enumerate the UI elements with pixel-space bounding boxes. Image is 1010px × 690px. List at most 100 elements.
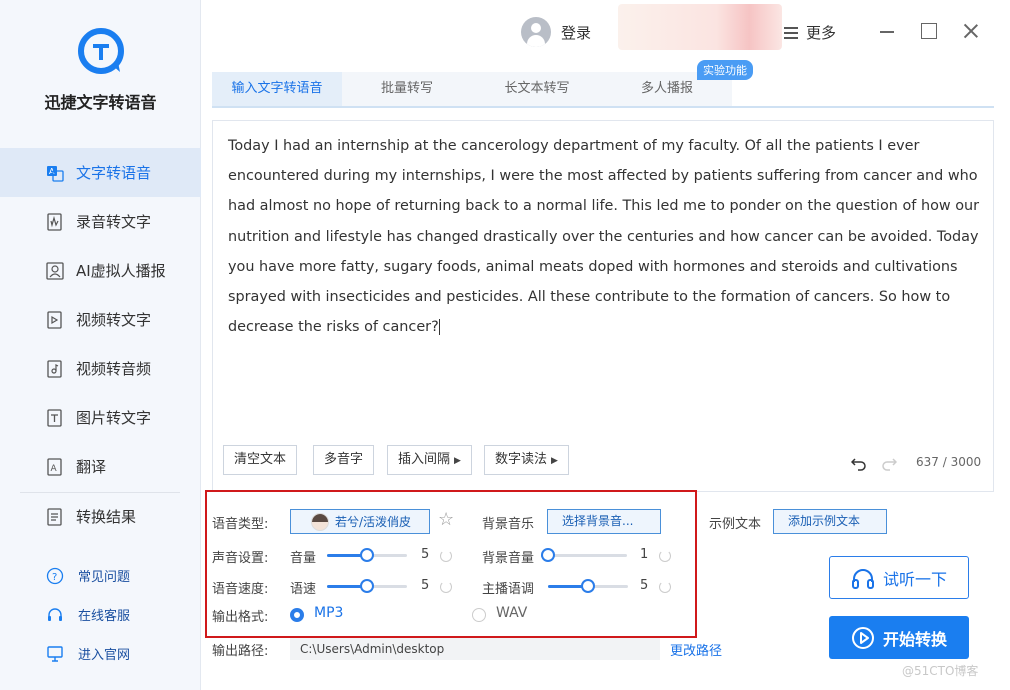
translate-icon: A (46, 164, 64, 182)
app-name: 迅捷文字转语音 (44, 93, 157, 112)
promo-banner[interactable] (618, 4, 782, 50)
bg-music-label: 背景音乐 (482, 517, 535, 532)
sidebar-links: ? 常见问题 在线客服 进入官网 (0, 556, 201, 673)
clear-text-label: 清空文本 (234, 452, 287, 467)
voice-type-label: 语音类型: (212, 517, 269, 532)
headphones-icon (851, 567, 875, 589)
output-path-field: C:\Users\Admin\desktop (290, 638, 660, 660)
tab-text-to-speech[interactable]: 输入文字转语音 (212, 72, 342, 106)
bg-volume-label: 背景音量 (482, 551, 535, 566)
change-path-link[interactable]: 更改路径 (670, 640, 722, 659)
tab-long-text[interactable]: 长文本转写 (472, 72, 602, 106)
slider-thumb[interactable] (360, 579, 374, 593)
speed-slider[interactable] (327, 579, 407, 593)
volume-slider[interactable] (327, 548, 407, 562)
star-icon[interactable]: ☆ (438, 510, 458, 530)
sound-settings-label: 声音设置: (212, 551, 269, 566)
caret-right-icon: ▶ (454, 456, 461, 466)
official-site-link[interactable]: 进入官网 (0, 634, 201, 673)
close-icon[interactable] (962, 22, 980, 40)
mode-tabs: 输入文字转语音 批量转写 长文本转写 多人播报 (212, 72, 994, 108)
official-site-label: 进入官网 (78, 648, 131, 663)
output-path-label: 输出路径: (212, 644, 269, 659)
polyphone-button[interactable]: 多音字 (313, 445, 375, 475)
format-wav-label[interactable]: WAV (496, 605, 527, 621)
polyphone-label: 多音字 (324, 452, 364, 467)
sidebar-item-translate[interactable]: A 翻译 (0, 442, 201, 491)
add-sample-text-button[interactable]: 添加示例文本 (773, 509, 887, 534)
bg-volume-slider[interactable] (541, 548, 627, 562)
undo-icon[interactable] (850, 455, 867, 471)
app-logo-icon (78, 28, 124, 74)
sidebar-item-image-to-text[interactable]: 图片转文字 (0, 393, 201, 442)
preview-button[interactable]: 试听一下 (829, 556, 969, 599)
start-convert-label: 开始转换 (882, 629, 947, 649)
reset-icon[interactable] (440, 581, 452, 593)
watermark: @51CTO博客 (902, 664, 979, 678)
number-reading-button[interactable]: 数字读法 ▶ (484, 445, 569, 475)
insert-pause-button[interactable]: 插入间隔 ▶ (387, 445, 472, 475)
online-support-link[interactable]: 在线客服 (0, 595, 201, 634)
output-format-label: 输出格式: (212, 610, 269, 625)
sidebar-item-label: 转换结果 (76, 508, 137, 526)
clear-text-button[interactable]: 清空文本 (223, 445, 298, 475)
video-text-icon (46, 310, 64, 329)
sidebar-item-label: 录音转文字 (76, 213, 152, 231)
redo-icon[interactable] (881, 455, 898, 471)
login-label: 登录 (561, 23, 592, 42)
faq-link-label: 常见问题 (78, 570, 131, 585)
pitch-slider[interactable] (548, 579, 628, 593)
sidebar: 迅捷文字转语音 A 文字转语音 录音转文字 AI虚拟人播报 视频转文字 视频转音… (0, 0, 201, 690)
sidebar-item-recording-to-text[interactable]: 录音转文字 (0, 197, 201, 246)
slider-thumb[interactable] (360, 548, 374, 562)
voice-avatar-icon (311, 512, 329, 531)
sidebar-item-video-to-text[interactable]: 视频转文字 (0, 295, 201, 344)
sidebar-item-label: AI虚拟人播报 (76, 262, 166, 280)
faq-link[interactable]: ? 常见问题 (0, 556, 201, 595)
reset-icon[interactable] (440, 550, 452, 562)
slider-thumb[interactable] (541, 548, 555, 562)
select-bg-music-button[interactable]: 选择背景音... (547, 509, 661, 534)
sidebar-item-label: 视频转文字 (76, 311, 152, 329)
volume-label: 音量 (290, 551, 317, 566)
tab-batch[interactable]: 批量转写 (342, 72, 472, 106)
maximize-icon[interactable] (920, 22, 938, 40)
start-convert-button[interactable]: 开始转换 (829, 616, 969, 659)
login-button[interactable]: 登录 (521, 17, 591, 47)
question-icon: ? (46, 567, 64, 585)
more-menu-button[interactable]: 更多 (784, 22, 836, 43)
slider-thumb[interactable] (581, 579, 595, 593)
list-doc-icon (46, 507, 64, 526)
format-mp3-radio[interactable] (290, 608, 304, 622)
user-avatar-icon (521, 17, 551, 47)
minimize-icon[interactable] (878, 22, 896, 40)
headset-icon (46, 606, 64, 624)
play-circle-icon (851, 626, 875, 650)
format-wav-radio[interactable] (472, 608, 486, 622)
sidebar-nav: A 文字转语音 录音转文字 AI虚拟人播报 视频转文字 视频转音频 图片转文字 … (0, 148, 201, 491)
voice-select-button[interactable]: 若兮/活泼俏皮 (290, 509, 430, 534)
insert-pause-label: 插入间隔 (398, 452, 451, 467)
sidebar-item-text-to-speech[interactable]: A 文字转语音 (0, 148, 201, 197)
char-counter: 637 / 3000 (916, 455, 982, 469)
text-caret (438, 319, 440, 336)
experimental-badge: 实验功能 (697, 60, 753, 80)
reset-icon[interactable] (659, 581, 671, 593)
sidebar-item-ai-avatar[interactable]: AI虚拟人播报 (0, 246, 201, 295)
pitch-label: 主播语调 (482, 582, 535, 597)
image-text-icon (46, 408, 64, 427)
sidebar-item-video-to-audio[interactable]: 视频转音频 (0, 344, 201, 393)
online-support-label: 在线客服 (78, 609, 131, 624)
svg-text:A: A (51, 464, 58, 474)
editor-content[interactable]: Today I had an internship at the cancero… (228, 131, 988, 342)
audio-file-icon (46, 212, 64, 231)
format-mp3-label[interactable]: MP3 (314, 605, 343, 621)
volume-value: 5 (421, 547, 430, 562)
text-editor[interactable]: Today I had an internship at the cancero… (212, 120, 994, 492)
reset-icon[interactable] (659, 550, 671, 562)
speed-sub-label: 语速 (290, 582, 317, 597)
add-sample-text-label: 添加示例文本 (788, 514, 861, 528)
avatar-person-icon (46, 261, 64, 280)
sidebar-item-label: 视频转音频 (76, 360, 152, 378)
sidebar-item-results[interactable]: 转换结果 (0, 492, 201, 541)
